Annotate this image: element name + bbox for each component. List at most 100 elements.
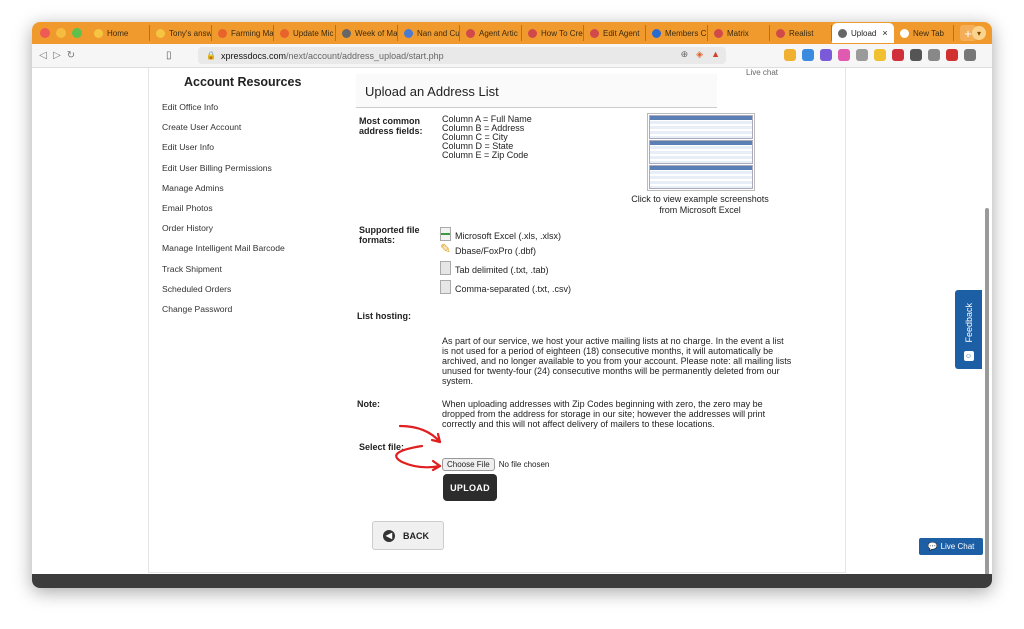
sidebar-item[interactable]: Scheduled Orders: [162, 279, 352, 299]
zoom-window-button[interactable]: [72, 28, 82, 38]
live-chat-button[interactable]: 💬 Live Chat: [919, 538, 983, 555]
live-chat-label: Live Chat: [940, 542, 975, 551]
sidebar-item[interactable]: Edit User Billing Permissions: [162, 158, 352, 178]
extension-icon[interactable]: [802, 49, 814, 61]
browser-tab[interactable]: Agent Artic: [460, 25, 522, 41]
feedback-label: Feedback: [963, 303, 974, 343]
page-viewport: Account Resources Edit Office Info Create…: [32, 68, 992, 574]
tab-label: New Tab: [913, 28, 944, 38]
back-button[interactable]: ◀ BACK: [372, 521, 444, 550]
feedback-tab[interactable]: Feedback ☺: [955, 290, 982, 369]
sidebar-item[interactable]: Email Photos: [162, 198, 352, 218]
browser-tab[interactable]: Upload ×: [832, 23, 894, 43]
tab-label: Farming Ma: [231, 28, 274, 38]
browser-tab[interactable]: Home: [88, 25, 150, 41]
tab-favicon-icon: [714, 28, 723, 38]
back-arrow-icon[interactable]: ◁: [36, 50, 50, 61]
account-sidebar: Account Resources Edit Office Info Create…: [162, 68, 352, 319]
sidebar-item[interactable]: Edit User Info: [162, 137, 352, 157]
tab-favicon-icon: [900, 28, 909, 38]
sidebar-icon[interactable]: [928, 49, 940, 61]
browser-tab[interactable]: Week of Ma: [336, 25, 398, 41]
tab-favicon-icon: [652, 28, 661, 38]
excel-sheet-image: [649, 165, 753, 189]
page-scrollbar[interactable]: [985, 208, 989, 574]
sidebar-title: Account Resources: [184, 75, 302, 89]
tab-favicon-icon: [590, 28, 599, 38]
forward-arrow-icon[interactable]: ▷: [50, 50, 64, 61]
tab-label: Realist: [789, 28, 814, 38]
browser-tab[interactable]: Realist: [770, 25, 832, 41]
address-bar[interactable]: 🔒 xpressdocs.com/next/account/address_up…: [198, 47, 726, 64]
tab-label: Home: [107, 28, 129, 38]
sidebar-item[interactable]: Track Shipment: [162, 259, 352, 279]
profile-icon[interactable]: [946, 49, 958, 61]
excel-sheet-image: [649, 115, 753, 139]
tab-label: Members C: [665, 28, 707, 38]
minimize-window-button[interactable]: [56, 28, 66, 38]
browser-tab[interactable]: Tony's answ: [150, 25, 212, 41]
tab-label: How To Cre: [541, 28, 583, 38]
url-path: /next/account/address_upload/start.php: [286, 50, 444, 61]
browser-toolbar: ◁ ▷ ↻ ▯ 🔒 xpressdocs.com/next/account/ad…: [32, 44, 992, 68]
red-annotation-arrows: [395, 424, 442, 472]
extension-icon[interactable]: [874, 49, 886, 61]
chat-bubble-icon: 💬: [927, 542, 938, 551]
tab-label: Upload: [851, 28, 877, 38]
tab-menu-icon[interactable]: ▾: [972, 26, 986, 40]
tab-label: Update Mic: [293, 28, 334, 38]
sidebar-item[interactable]: Create User Account: [162, 117, 352, 137]
sidebar-item[interactable]: Manage Intelligent Mail Barcode: [162, 238, 352, 258]
brave-shield-icon[interactable]: ◈: [696, 49, 703, 60]
browser-tab[interactable]: Matrix: [708, 25, 770, 41]
extension-icon[interactable]: [856, 49, 868, 61]
browser-tab[interactable]: Update Mic: [274, 25, 336, 41]
extension-icon[interactable]: [892, 49, 904, 61]
back-button-label: BACK: [403, 530, 429, 541]
tab-favicon-icon: [218, 28, 227, 38]
page-footer-bar: [32, 574, 992, 588]
tab-favicon-icon: [342, 28, 351, 38]
tab-strip: Home Tony's answ Farming Ma Update Mic Week …: [88, 22, 954, 44]
caption-line: from Microsoft Excel: [659, 205, 741, 215]
browser-tab[interactable]: Edit Agent: [584, 25, 646, 41]
menu-icon[interactable]: [964, 49, 976, 61]
live-chat-link[interactable]: Live chat: [746, 68, 778, 77]
tab-label: Tony's answ: [169, 28, 212, 38]
reload-icon[interactable]: ↻: [64, 50, 78, 61]
tab-label: Week of Ma: [355, 28, 398, 38]
bookmark-icon[interactable]: ▯: [166, 50, 172, 61]
tab-favicon-icon: [94, 28, 103, 38]
caption-line: Click to view example screenshots: [631, 194, 769, 204]
screenshots-caption[interactable]: Click to view example screenshots from M…: [626, 194, 774, 216]
extension-icon[interactable]: [838, 49, 850, 61]
address-bar-icons: ⊕ ◈ ▲: [681, 49, 720, 60]
tab-favicon-icon: [156, 28, 165, 38]
tab-favicon-icon: [528, 28, 537, 38]
sidebar-item[interactable]: Order History: [162, 218, 352, 238]
extension-icon[interactable]: [784, 49, 796, 61]
zoom-icon[interactable]: ⊕: [681, 49, 689, 60]
excel-sheet-image: [649, 140, 753, 164]
tab-favicon-icon: [776, 28, 785, 38]
extension-icons: [784, 49, 976, 61]
close-window-button[interactable]: [40, 28, 50, 38]
close-tab-icon[interactable]: ×: [882, 28, 887, 38]
tab-favicon-icon: [838, 28, 847, 38]
browser-tab[interactable]: Members C: [646, 25, 708, 41]
lock-icon: 🔒: [206, 51, 216, 60]
sidebar-item[interactable]: Edit Office Info: [162, 97, 352, 117]
tab-favicon-icon: [280, 28, 289, 38]
browser-tab[interactable]: Farming Ma: [212, 25, 274, 41]
sidebar-item[interactable]: Manage Admins: [162, 178, 352, 198]
browser-tab[interactable]: New Tab: [894, 25, 954, 41]
puzzle-icon[interactable]: [910, 49, 922, 61]
browser-tab[interactable]: How To Cre: [522, 25, 584, 41]
browser-tab[interactable]: Nan and Cu: [398, 25, 460, 41]
rewards-icon[interactable]: ▲: [711, 49, 720, 60]
sidebar-list: Edit Office Info Create User Account Edit …: [162, 97, 352, 319]
extension-icon[interactable]: [820, 49, 832, 61]
excel-screenshots-thumbnail[interactable]: [647, 113, 755, 191]
tab-bar: Home Tony's answ Farming Ma Update Mic Week …: [32, 22, 992, 44]
sidebar-item[interactable]: Change Password: [162, 299, 352, 319]
